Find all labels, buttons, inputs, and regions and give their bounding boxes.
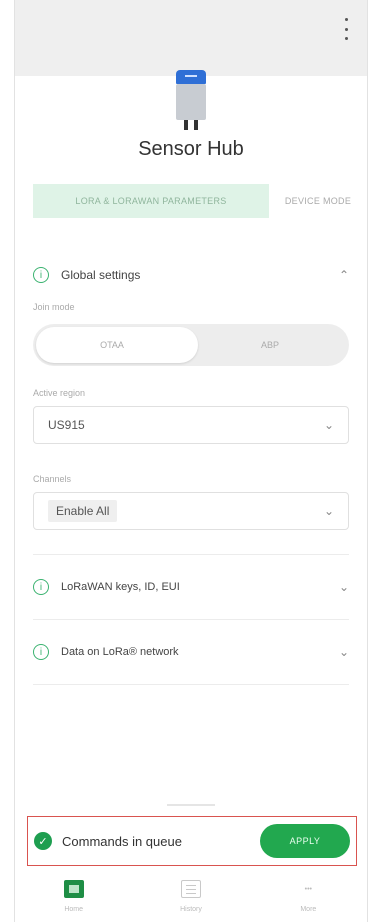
tab-device-mode[interactable]: DEVICE MODE [269, 184, 367, 218]
nav-more[interactable]: ••• More [250, 876, 367, 922]
lorawan-keys-section[interactable]: i LoRaWAN keys, ID, EUI ⌄ [15, 555, 367, 619]
lora-network-data-section[interactable]: i Data on LoRa® network ⌄ [15, 620, 367, 684]
active-region-select[interactable]: US915 ⌄ [33, 406, 349, 444]
device-image-area [15, 62, 367, 130]
queue-label: Commands in queue [62, 833, 182, 849]
drag-handle[interactable] [167, 804, 215, 806]
channels-value: Enable All [48, 500, 118, 522]
more-options-icon[interactable] [341, 18, 351, 40]
nav-label: Home [64, 906, 83, 913]
chevron-up-icon[interactable]: ⌃ [339, 268, 349, 282]
chevron-down-icon: ⌄ [323, 418, 334, 432]
info-icon: i [33, 267, 49, 283]
join-mode-toggle[interactable]: OTAA ABP [33, 324, 349, 366]
bottom-nav: Home History ••• More [15, 876, 367, 922]
info-icon: i [33, 579, 49, 595]
bottom-sheet: ✓ Commands in queue APPLY Home History •… [15, 790, 367, 922]
section-title: Global settings [61, 268, 141, 282]
tab-lora-parameters[interactable]: LORA & LORAWAN PARAMETERS [33, 184, 269, 218]
checkmark-icon: ✓ [34, 832, 52, 850]
nav-home[interactable]: Home [15, 876, 132, 922]
history-icon [180, 880, 201, 898]
join-mode-abp[interactable]: ABP [191, 324, 349, 366]
divider [33, 684, 349, 685]
chevron-down-icon: ⌄ [323, 504, 334, 518]
nav-label: More [300, 906, 317, 913]
join-mode-label: Join mode [33, 302, 75, 312]
top-bar [15, 0, 367, 62]
chevron-down-icon[interactable]: ⌄ [339, 645, 349, 659]
chevron-down-icon[interactable]: ⌄ [339, 580, 349, 594]
channels-select[interactable]: Enable All ⌄ [33, 492, 349, 530]
sensor-device-icon [176, 70, 206, 130]
info-icon: i [33, 644, 49, 660]
commands-queue-bar: ✓ Commands in queue APPLY [27, 816, 357, 866]
home-icon [63, 880, 84, 898]
more-icon: ••• [304, 885, 312, 893]
section-title: LoRaWAN keys, ID, EUI [61, 581, 180, 593]
join-mode-otaa[interactable]: OTAA [33, 324, 191, 366]
nav-label: History [180, 906, 202, 913]
apply-button[interactable]: APPLY [260, 824, 350, 858]
app-screen: Sensor Hub LORA & LORAWAN PARAMETERS DEV… [14, 0, 368, 922]
tab-bar: LORA & LORAWAN PARAMETERS DEVICE MODE [15, 184, 367, 218]
channels-label: Channels [33, 474, 72, 484]
device-title: Sensor Hub [138, 138, 244, 160]
active-region-value: US915 [48, 418, 85, 432]
section-title: Data on LoRa® network [61, 646, 179, 658]
global-settings-header[interactable]: i Global settings ⌃ [15, 258, 367, 292]
nav-history[interactable]: History [132, 876, 249, 922]
active-region-label: Active region [33, 388, 86, 398]
